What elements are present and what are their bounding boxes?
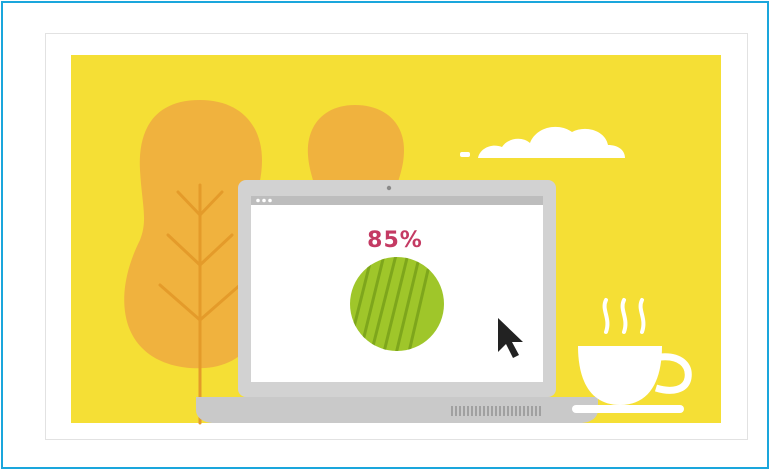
laptop xyxy=(196,180,598,423)
cup-saucer xyxy=(572,405,684,413)
progress-percent-label: 85% xyxy=(367,228,423,253)
laptop-base xyxy=(196,397,598,423)
webcam-icon xyxy=(386,185,392,191)
browser-dot-1 xyxy=(256,198,260,203)
browser-toolbar xyxy=(251,196,543,205)
browser-dot-3 xyxy=(268,198,272,203)
tree-right-foliage xyxy=(307,105,404,192)
browser-dot-2 xyxy=(262,198,266,203)
tree-right xyxy=(307,105,404,192)
